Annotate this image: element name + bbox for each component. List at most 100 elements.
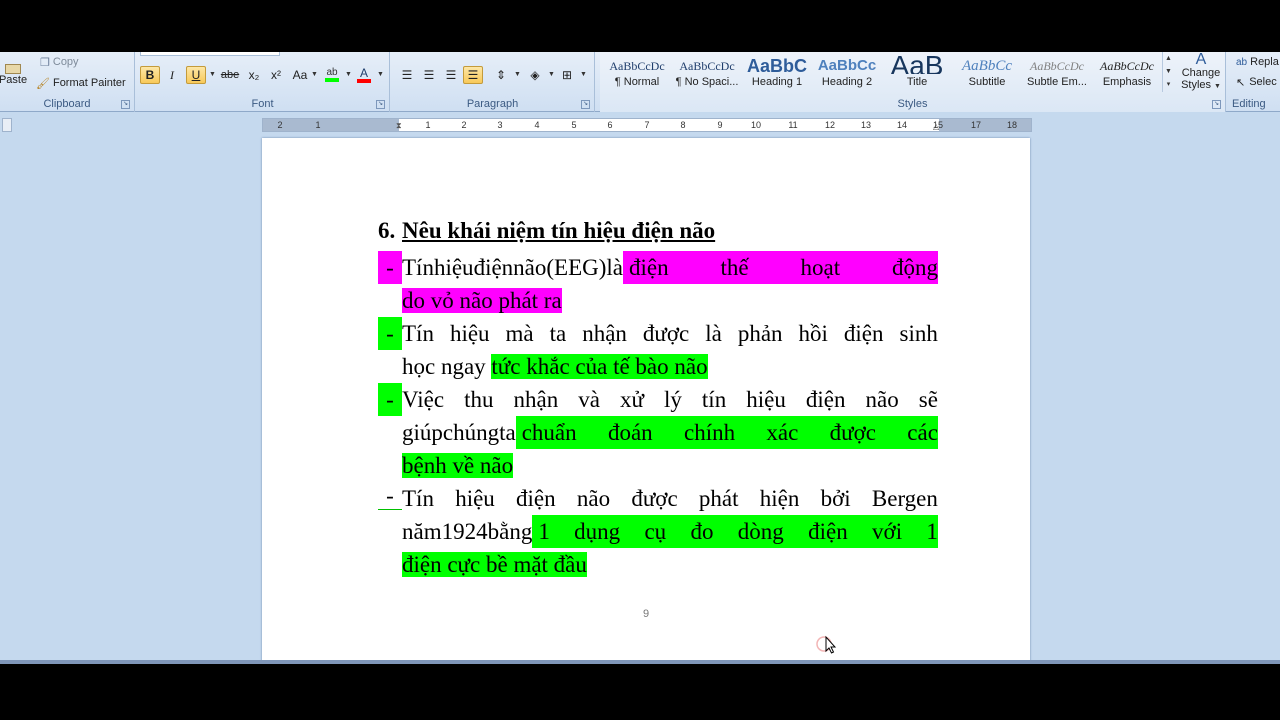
text-word: thế <box>720 255 749 280</box>
align-center-button[interactable]: ☰ <box>419 66 439 84</box>
replace-icon: ab <box>1236 56 1248 68</box>
change-case-dropdown-icon[interactable]: ▼ <box>311 71 318 78</box>
style-normal[interactable]: AaBbCcDc ¶ Normal <box>602 52 672 96</box>
text-word: (EEG) <box>546 255 607 280</box>
text-word: điện <box>808 519 848 544</box>
style-heading-1[interactable]: AaBbC Heading 1 <box>742 52 812 96</box>
document-page[interactable]: 6. Nêu khái niệm tín hiệu điện não - Tín hi… <box>262 138 1030 660</box>
style-subtle-emphasis[interactable]: AaBbCcDc Subtle Em... <box>1022 52 1092 96</box>
clipboard-launcher-icon[interactable]: ↘ <box>121 100 130 109</box>
select-label: Selec <box>1249 76 1277 88</box>
text-word: điện <box>629 255 669 280</box>
text-word: được <box>642 321 690 346</box>
copy-button[interactable]: ❐ Copy <box>40 54 79 70</box>
clipboard-group-label: Clipboard <box>43 98 91 110</box>
styles-scroll[interactable]: ▲ ▼ ▾ <box>1162 52 1174 92</box>
italic-button[interactable]: I <box>162 66 182 84</box>
ruler-tick: 8 <box>680 120 686 130</box>
borders-dropdown-icon[interactable]: ▼ <box>580 71 587 78</box>
style-name: Subtitle <box>968 76 1006 88</box>
horizontal-ruler[interactable]: 2 1 1 2 3 4 5 6 7 8 9 10 11 12 13 14 15 … <box>262 118 1032 132</box>
line-spacing-dropdown-icon[interactable]: ▼ <box>514 71 521 78</box>
change-case-button[interactable]: Aa <box>290 66 310 84</box>
heading-text: Nêu khái niệm tín hiệu điện não <box>402 218 716 243</box>
replace-label: Repla <box>1250 56 1279 68</box>
style-no-spacing[interactable]: AaBbCcDc ¶ No Spaci... <box>672 52 742 96</box>
style-emphasis[interactable]: AaBbCcDc Emphasis <box>1092 52 1162 96</box>
indent-marker-icon[interactable]: ⧗ <box>396 121 402 131</box>
font-name-box[interactable] <box>140 52 280 56</box>
paste-button[interactable]: Paste <box>0 60 27 90</box>
style-subtitle[interactable]: AaBbCc Subtitle <box>952 52 1022 96</box>
font-group-label: Font <box>251 98 274 110</box>
bold-button[interactable]: B <box>140 66 160 84</box>
style-preview: AaBbCcDc <box>1030 59 1084 73</box>
highlight-dropdown-icon[interactable]: ▼ <box>345 71 352 78</box>
bullet-dash: - <box>378 251 402 284</box>
clipboard-group: Paste ❐ Copy 🖌 Format Painter Clipboard … <box>0 52 135 112</box>
format-painter-label: Format Painter <box>52 77 126 89</box>
text-word: hồi <box>798 321 828 346</box>
styles-launcher-icon[interactable]: ↘ <box>1212 100 1221 109</box>
style-name: Title <box>906 76 928 88</box>
align-right-button[interactable]: ☰ <box>441 66 461 84</box>
scroll-down-icon[interactable]: ▼ <box>1163 65 1174 78</box>
shading-button[interactable]: ◈ <box>525 66 545 84</box>
format-painter-button[interactable]: 🖌 Format Painter <box>36 74 126 92</box>
style-preview: AaBbCc <box>817 57 877 74</box>
text-word: điện <box>843 321 884 346</box>
text-word: Tín <box>402 321 434 346</box>
font-group: B I U ▼ abe x₂ x² Aa ▼ ab ▼ A ▼ Font ↘ <box>136 52 390 112</box>
text-word: xác <box>766 420 799 445</box>
text-word: 1 <box>926 519 938 544</box>
paragraph-launcher-icon[interactable]: ↘ <box>581 100 590 109</box>
style-title[interactable]: AaB Title <box>882 52 952 96</box>
style-preview: AaBbCcDc <box>1100 59 1154 73</box>
text-word: nhận <box>582 321 627 346</box>
more-styles-icon[interactable]: ▾ <box>1163 78 1174 91</box>
ruler-tick: 9 <box>717 120 723 130</box>
text-word: ta <box>549 321 567 346</box>
styles-group: AaBbCcDc ¶ Normal AaBbCcDc ¶ No Spaci...… <box>600 52 1226 112</box>
font-color-button[interactable]: A <box>354 66 374 84</box>
select-button[interactable]: ↖ Selec <box>1236 74 1277 90</box>
style-name: Emphasis <box>1102 76 1152 88</box>
right-indent-marker-icon[interactable]: △ <box>933 122 939 131</box>
align-right-icon: ☰ <box>445 68 457 82</box>
paste-icon <box>5 64 21 74</box>
line-spacing-button[interactable]: ⇕ <box>491 66 511 84</box>
underline-dropdown-icon[interactable]: ▼ <box>209 71 216 78</box>
page-number: 9 <box>642 608 650 620</box>
font-launcher-icon[interactable]: ↘ <box>376 100 385 109</box>
align-left-button[interactable]: ☰ <box>397 66 417 84</box>
ruler-tick: 2 <box>461 120 467 130</box>
scroll-up-icon[interactable]: ▲ <box>1163 52 1174 65</box>
text-word: hiệu <box>746 387 786 412</box>
bullet-dash: - <box>378 482 402 510</box>
ruler-tick: 14 <box>896 120 907 130</box>
highlighted-text: tức khắc của tế bào não <box>491 354 708 379</box>
text-highlight-button[interactable]: ab <box>322 66 342 84</box>
text-word: Bergen <box>871 486 938 511</box>
vertical-ruler-toggle[interactable] <box>2 118 12 132</box>
strikethrough-button[interactable]: abe <box>220 66 240 84</box>
shading-dropdown-icon[interactable]: ▼ <box>548 71 555 78</box>
subscript-button[interactable]: x₂ <box>244 66 264 84</box>
paragraph-group: ☰ ☰ ☰ ☰ ⇕ ▼ ◈ ▼ ⊞ ▼ Paragraph ↘ <box>391 52 595 112</box>
ruler-tick: 1 <box>315 120 321 130</box>
justify-button[interactable]: ☰ <box>463 66 483 84</box>
borders-button[interactable]: ⊞ <box>557 66 577 84</box>
font-color-dropdown-icon[interactable]: ▼ <box>377 71 384 78</box>
change-styles-button[interactable]: A Change Styles ▼ <box>1178 52 1224 94</box>
mouse-cursor-icon <box>816 635 837 654</box>
text-word: là <box>705 321 722 346</box>
superscript-button[interactable]: x² <box>266 66 286 84</box>
change-styles-label-2: Styles ▼ <box>1181 79 1221 93</box>
style-heading-2[interactable]: AaBbCc Heading 2 <box>812 52 882 96</box>
text-word: não <box>513 255 547 280</box>
replace-button[interactable]: ab Repla <box>1236 54 1279 70</box>
style-name: ¶ Normal <box>614 76 660 88</box>
bullet-text-line: giúp chúng ta chuẩn đoán chính xác được các <box>402 416 938 449</box>
underline-button[interactable]: U <box>186 66 206 84</box>
text-word: là <box>606 255 624 280</box>
